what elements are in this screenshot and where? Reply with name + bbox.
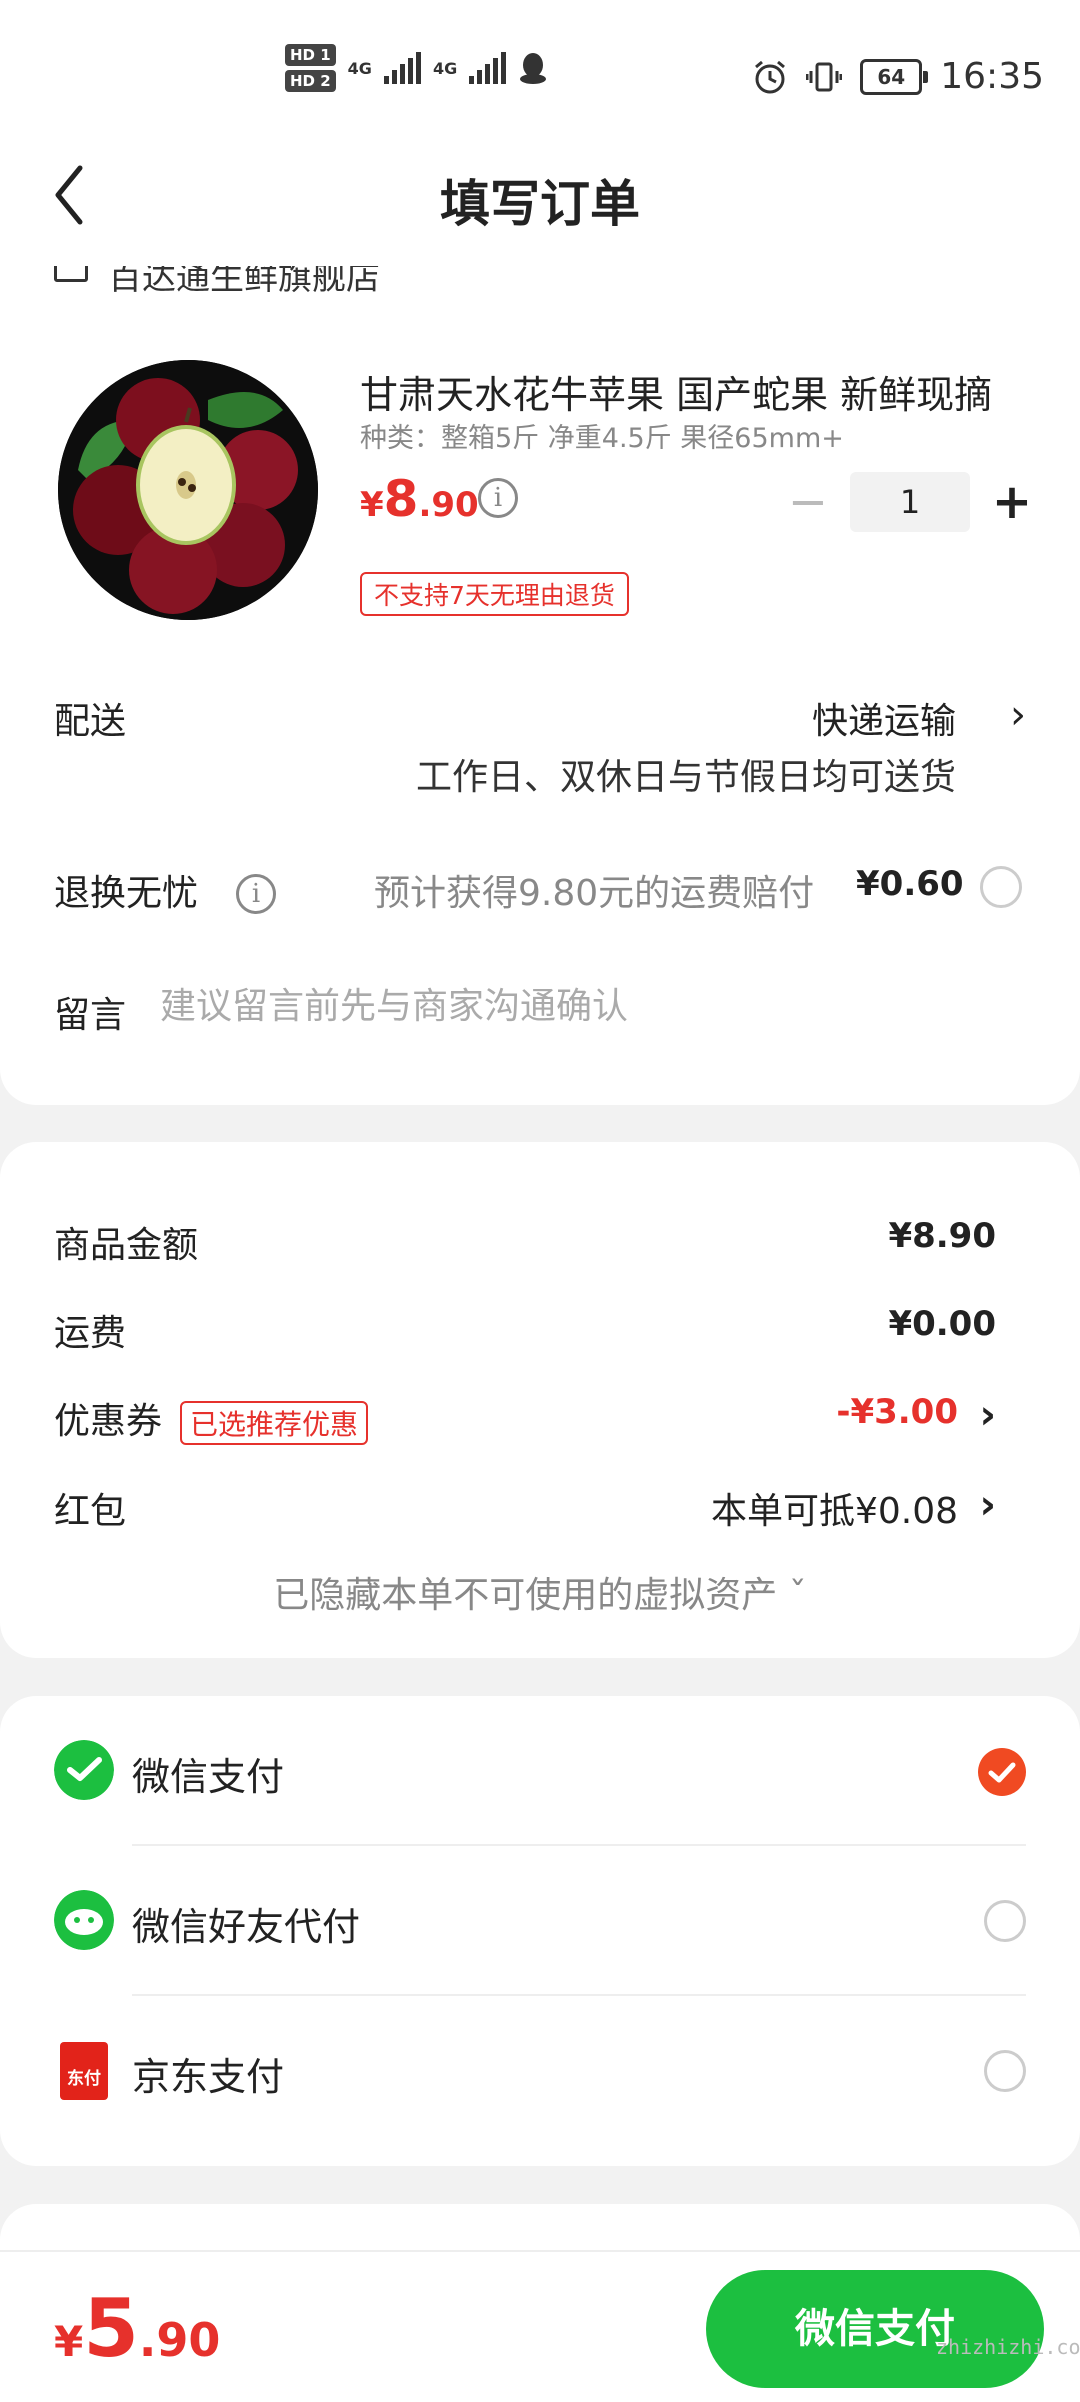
payment-name: 微信支付 [132, 1755, 285, 1799]
chevron-right-icon: › [979, 1482, 996, 1528]
status-bar: HD 1 HD 2 4G 4G 64 16:35 [0, 0, 1080, 140]
payment-option-wechat[interactable]: 微信支付 [0, 1696, 1080, 1846]
battery-indicator: 64 [860, 58, 929, 95]
jd-pay-icon: 东付 [60, 2042, 108, 2100]
payment-radio[interactable] [984, 2050, 1026, 2092]
vibrate-icon [806, 62, 843, 91]
shop-name-label: 百达通生鲜旗舰店 [108, 266, 380, 296]
shop-name[interactable]: 百达通生鲜旗舰店 [54, 266, 380, 296]
delivery-note: 工作日、双休日与节假日均可送货 [415, 757, 956, 798]
clock: 16:35 [940, 56, 1044, 97]
red-packet-label: 红包 [54, 1491, 127, 1532]
hd2-badge: HD 2 [285, 70, 336, 92]
goods-amount-value: ¥8.90 [888, 1216, 996, 1256]
message-label: 留言 [54, 995, 127, 1036]
return-worry-free-radio[interactable] [980, 866, 1022, 908]
payment-methods-card: 微信支付 微信好友代付 东付 京东支付 [0, 1696, 1080, 2166]
coupon-label: 优惠券 [54, 1401, 163, 1442]
product-price: ¥8.90 [360, 470, 479, 528]
payment-name: 微信好友代付 [132, 1905, 361, 1949]
chevron-right-icon[interactable]: › [1010, 692, 1026, 738]
alarm-icon [755, 60, 786, 93]
wechat-pay-icon [54, 1740, 114, 1800]
red-packet-row[interactable]: 红包 本单可抵¥0.08 › [54, 1482, 996, 1534]
hd1-badge: HD 1 [285, 44, 336, 66]
product-name[interactable]: 甘肃天水花牛苹果 国产蛇果 新鲜现摘 [360, 364, 1020, 419]
shop-icon [54, 266, 88, 282]
total-price: ¥5.90 [54, 2282, 221, 2375]
return-worry-free-desc: 预计获得9.80元的运费赔付 [374, 873, 815, 914]
chevron-right-icon: › [979, 1392, 996, 1438]
page-header: 填写订单 [0, 140, 1080, 260]
checkout-bar: ¥5.90 微信支付 [0, 2250, 1080, 2402]
page-title: 填写订单 [440, 175, 640, 233]
quantity-stepper: − 1 + [780, 472, 1040, 532]
qq-icon [520, 53, 547, 84]
shipping-label: 运费 [54, 1313, 127, 1354]
hidden-assets-toggle[interactable]: 已隐藏本单不可使用的虚拟资产 ˇ [0, 1566, 1080, 1618]
network1-label: 4G [347, 58, 372, 78]
delivery-label: 配送 [54, 701, 127, 742]
checked-icon[interactable] [978, 1748, 1026, 1796]
coupon-row[interactable]: 优惠券 已选推荐优惠 -¥3.00 › [54, 1392, 996, 1445]
watermark: zhizhizhi.com [936, 2335, 1080, 2359]
return-worry-free-label: 退换无忧 [54, 873, 199, 914]
delivery-method[interactable]: 快递运输 [812, 692, 956, 744]
status-left: HD 1 HD 2 4G 4G [285, 44, 548, 92]
product-image[interactable] [58, 360, 318, 620]
goods-amount-label: 商品金额 [54, 1225, 199, 1266]
product-spec[interactable]: 种类：整箱5斤 净重4.5斤 果径65mm+ [360, 416, 844, 455]
decrease-button[interactable]: − [780, 474, 836, 530]
network2-label: 4G [432, 58, 458, 78]
jd-pay-icon-text: 东付 [67, 2069, 101, 2089]
wechat-pay-button[interactable]: 微信支付 [706, 2270, 1044, 2388]
return-info-icon[interactable]: i [236, 874, 276, 914]
shipping-value: ¥0.00 [888, 1304, 996, 1344]
shipping-row: 运费 ¥0.00 [54, 1304, 996, 1356]
wechat-friend-pay-icon [54, 1890, 114, 1950]
no-return-badge: 不支持7天无理由退货 [360, 572, 629, 616]
increase-button[interactable]: + [984, 474, 1040, 530]
payment-radio[interactable] [984, 1900, 1026, 1942]
coupon-value: -¥3.00 [836, 1392, 958, 1432]
signal1-icon [383, 52, 421, 84]
summary-card: 商品金额 ¥8.90 运费 ¥0.00 优惠券 已选推荐优惠 -¥3.00 › 红… [0, 1142, 1080, 1658]
coupon-tag: 已选推荐优惠 [180, 1401, 369, 1445]
red-packet-value: 本单可抵¥0.08 [710, 1491, 958, 1532]
status-right: 64 16:35 [752, 56, 1044, 97]
order-card: 百达通生鲜旗舰店 甘肃天水花牛苹果 国产蛇果 新鲜现摘 种类：整箱5斤 净重4.… [0, 260, 1080, 1105]
quantity-value[interactable]: 1 [850, 472, 970, 532]
price-info-icon[interactable]: i [478, 478, 518, 518]
goods-amount-row: 商品金额 ¥8.90 [54, 1216, 996, 1268]
message-input[interactable] [160, 986, 1020, 1027]
return-worry-free-price: ¥0.60 [856, 864, 964, 904]
payment-option-wechat-friend[interactable]: 微信好友代付 [0, 1846, 1080, 1996]
payment-option-jd[interactable]: 东付 京东支付 [0, 1996, 1080, 2146]
payment-name: 京东支付 [132, 2055, 285, 2099]
signal2-icon [469, 52, 507, 84]
